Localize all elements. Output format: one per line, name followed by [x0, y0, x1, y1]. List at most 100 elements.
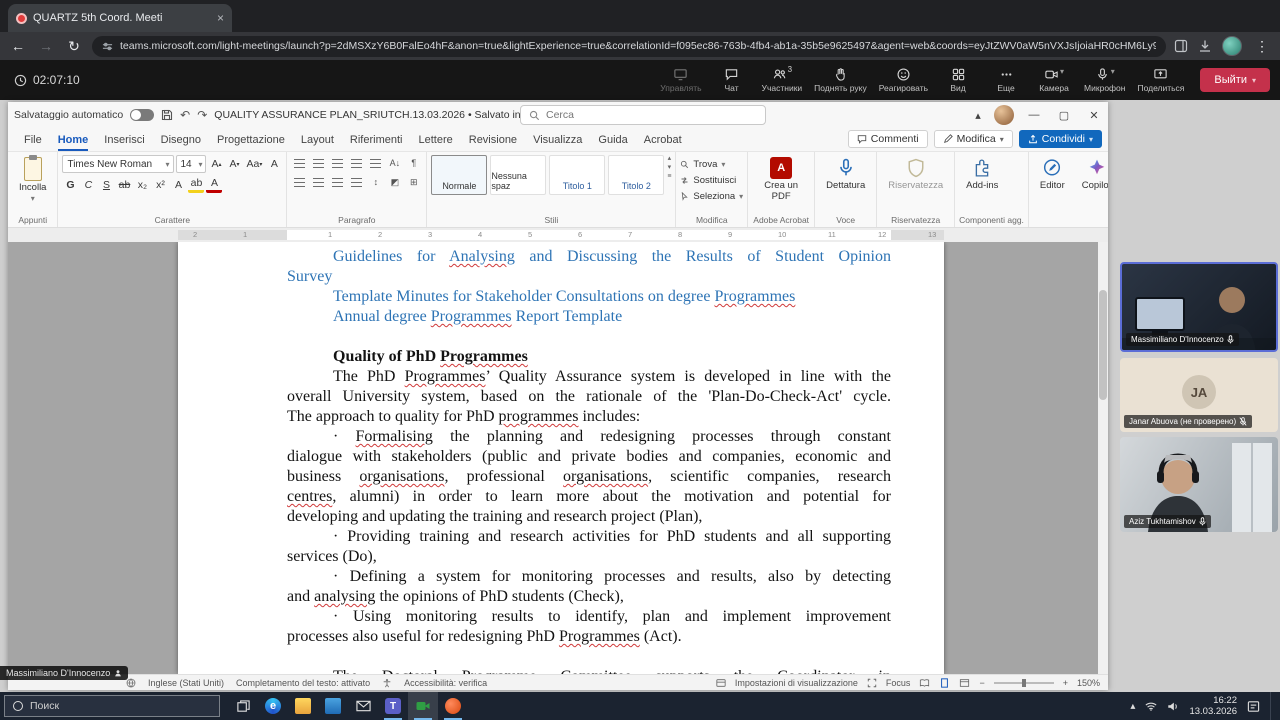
print-layout-icon[interactable]: [939, 678, 950, 688]
menu-tab-disegno[interactable]: Disegno: [153, 130, 209, 150]
status-focus[interactable]: Focus: [886, 678, 911, 688]
superscript-button[interactable]: x²: [152, 176, 168, 193]
select-button[interactable]: Seleziona▾: [680, 189, 743, 203]
ruler[interactable]: 2112345678910111213: [8, 228, 1108, 242]
create-pdf-button[interactable]: A Crea un PDF: [752, 155, 810, 205]
comments-button[interactable]: Commenti: [848, 130, 928, 148]
web-layout-icon[interactable]: [959, 678, 970, 688]
font-name-select[interactable]: Times New Roman▾: [62, 155, 174, 173]
participant-tile-massimiliano[interactable]: Massimiliano D'Innocenzo: [1120, 262, 1278, 352]
copilot-button[interactable]: Copilot: [1075, 155, 1108, 194]
justify-icon[interactable]: [348, 174, 365, 190]
hyperlink-text[interactable]: Annual degree: [333, 308, 431, 325]
styles-down-icon[interactable]: ▾: [668, 164, 672, 172]
menu-tab-file[interactable]: File: [16, 130, 50, 150]
shrink-font-button[interactable]: A▾: [226, 156, 242, 173]
menu-tab-visualizza[interactable]: Visualizza: [525, 130, 590, 150]
document-page[interactable]: Guidelines for Analysing and Discussing …: [178, 242, 944, 674]
url-omnibox[interactable]: teams.microsoft.com/light-meetings/launc…: [92, 36, 1166, 57]
word-search-box[interactable]: Cerca: [520, 105, 766, 125]
leave-button[interactable]: Выйти▾: [1200, 68, 1270, 92]
camera-app-icon[interactable]: [408, 692, 438, 720]
tray-expand-icon[interactable]: ▴: [1130, 701, 1135, 712]
replace-button[interactable]: Sostituisci: [680, 173, 743, 187]
leave-chevron-icon[interactable]: ▾: [1252, 76, 1256, 85]
style-card-normale[interactable]: Normale: [431, 155, 487, 195]
autosave-toggle[interactable]: [130, 109, 154, 121]
status-language[interactable]: Inglese (Stati Uniti): [148, 678, 224, 688]
clear-format-button[interactable]: A: [266, 156, 282, 173]
styles-up-icon[interactable]: ▴: [668, 155, 672, 163]
numbering-icon[interactable]: [310, 155, 327, 171]
hyperlink-text[interactable]: Survey: [287, 268, 332, 285]
zoom-level[interactable]: 150%: [1077, 678, 1100, 688]
addins-button[interactable]: Add-ins: [959, 155, 1005, 194]
scrollbar-thumb[interactable]: [1099, 290, 1107, 400]
strikethrough-button[interactable]: ab: [116, 176, 132, 193]
redo-icon[interactable]: ↷: [197, 108, 207, 122]
network-icon[interactable]: [1145, 701, 1157, 711]
hyperlink-text[interactable]: Guidelines for: [333, 248, 449, 265]
manage-button[interactable]: Управлять: [656, 65, 705, 95]
share-button[interactable]: Поделиться: [1133, 65, 1188, 95]
vertical-scrollbar[interactable]: [1098, 242, 1108, 674]
back-icon[interactable]: ←: [8, 38, 28, 54]
borders-icon[interactable]: [405, 174, 422, 190]
more-button[interactable]: Еще: [984, 65, 1028, 95]
browser-profile-avatar[interactable]: [1222, 36, 1242, 56]
document-title[interactable]: QUALITY ASSURANCE PLAN_SRIUTCH.13.03.202…: [214, 109, 544, 121]
browser-tab[interactable]: QUARTZ 5th Coord. Meeti ×: [8, 4, 232, 32]
app-icon-blue[interactable]: [318, 692, 348, 720]
save-icon[interactable]: [161, 109, 173, 121]
action-center-icon[interactable]: [1247, 700, 1260, 713]
participant-tile-aziz[interactable]: Aziz Tukhtamishov: [1120, 437, 1278, 532]
status-text-completion[interactable]: Completamento del testo: attivato: [236, 678, 370, 688]
style-card-titolo-2[interactable]: Titolo 2: [608, 155, 664, 195]
forward-icon[interactable]: →: [36, 38, 56, 54]
change-case-button[interactable]: Aa▾: [244, 156, 264, 173]
site-settings-icon[interactable]: [102, 41, 113, 52]
sort-icon[interactable]: [386, 155, 403, 171]
menu-tab-home[interactable]: Home: [50, 130, 97, 150]
minimize-icon[interactable]: —: [1020, 102, 1048, 128]
pilcrow-icon[interactable]: [405, 155, 422, 171]
hyperlink-text[interactable]: Programmes: [714, 288, 795, 305]
align-center-icon[interactable]: [310, 174, 327, 190]
align-right-icon[interactable]: [329, 174, 346, 190]
show-desktop-button[interactable]: [1270, 692, 1274, 720]
styles-expand-icon[interactable]: ≡: [667, 173, 671, 181]
document-area[interactable]: Guidelines for Analysing and Discussing …: [8, 242, 1108, 674]
tab-close-icon[interactable]: ×: [217, 12, 224, 24]
paste-button[interactable]: Incolla ▾: [12, 155, 53, 207]
multilevel-list-icon[interactable]: [329, 155, 346, 171]
menu-tab-riferimenti[interactable]: Riferimenti: [342, 130, 411, 150]
underline-button[interactable]: S: [98, 176, 114, 193]
highlight-button[interactable]: ab: [188, 176, 204, 193]
find-button[interactable]: Trova▾: [680, 157, 743, 171]
status-accessibility[interactable]: Accessibilità: verifica: [404, 678, 487, 688]
share-document-button[interactable]: Condividi▾: [1019, 130, 1102, 148]
menu-tab-revisione[interactable]: Revisione: [461, 130, 525, 150]
bullets-icon[interactable]: [291, 155, 308, 171]
file-explorer-icon[interactable]: [288, 692, 318, 720]
mic-button[interactable]: ▾ Микрофон: [1080, 65, 1129, 95]
menu-tab-inserisci[interactable]: Inserisci: [96, 130, 152, 150]
italic-button[interactable]: C: [80, 176, 96, 193]
close-icon[interactable]: ✕: [1080, 102, 1108, 128]
zoom-slider[interactable]: [994, 682, 1054, 684]
style-card-titolo-1[interactable]: Titolo 1: [549, 155, 605, 195]
zoom-out-icon[interactable]: −: [979, 678, 984, 688]
hyperlink-text[interactable]: Report Template: [512, 308, 623, 325]
reload-icon[interactable]: ↻: [64, 38, 84, 55]
shading-icon[interactable]: [386, 174, 403, 190]
subscript-button[interactable]: x₂: [134, 176, 150, 193]
outdent-icon[interactable]: [348, 155, 365, 171]
menu-tab-guida[interactable]: Guida: [590, 130, 635, 150]
recorder-app-icon[interactable]: [438, 692, 468, 720]
camera-chevron-icon[interactable]: ▾: [1060, 67, 1064, 76]
view-button[interactable]: Вид: [936, 65, 980, 95]
teams-icon[interactable]: T: [378, 692, 408, 720]
undo-icon[interactable]: ↶: [180, 108, 190, 122]
volume-icon[interactable]: [1167, 701, 1179, 712]
word-user-avatar[interactable]: [994, 105, 1014, 125]
